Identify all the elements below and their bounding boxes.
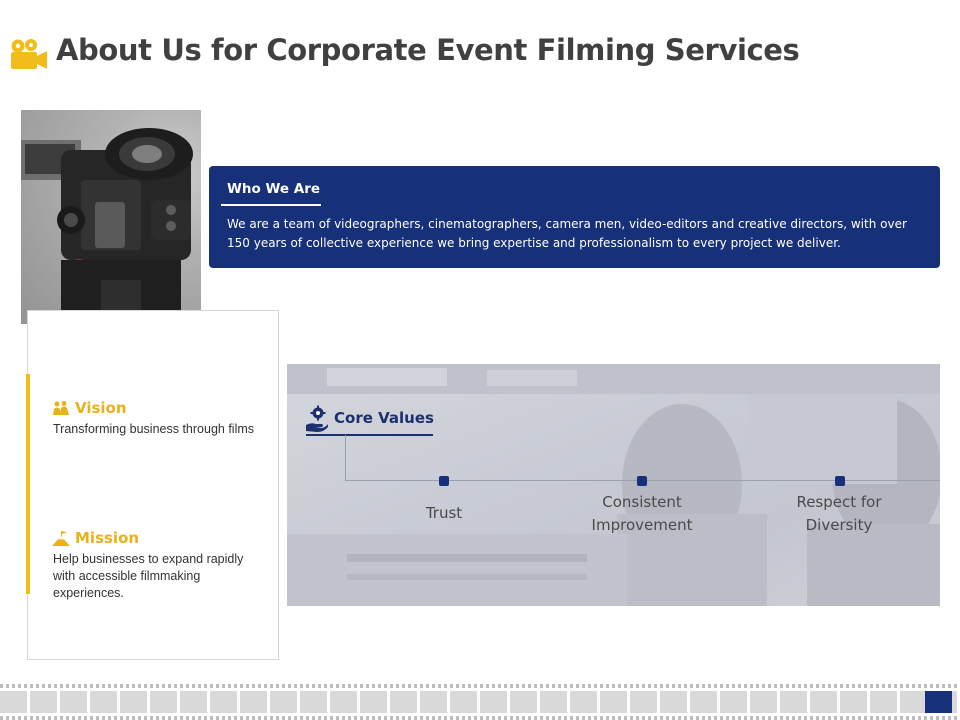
core-value-marker bbox=[439, 476, 449, 486]
vision-mission-accent-bar bbox=[26, 374, 30, 594]
mountain-flag-icon bbox=[52, 531, 70, 546]
vision-mission-card bbox=[27, 310, 279, 660]
core-values-heading: Core Values bbox=[334, 409, 434, 427]
mission-text: Help businesses to expand rapidly with a… bbox=[53, 552, 244, 600]
camera-photo bbox=[21, 110, 201, 324]
core-value-line1: Trust bbox=[425, 504, 463, 522]
mission-heading: Mission bbox=[52, 529, 139, 547]
vision-people-icon bbox=[53, 401, 69, 415]
core-value-marker bbox=[637, 476, 647, 486]
core-value-line1: Respect for bbox=[796, 493, 882, 511]
who-we-are-heading: Who We Are bbox=[227, 181, 321, 197]
mission-title: Mission bbox=[75, 529, 140, 547]
hand-gear-icon bbox=[306, 405, 328, 432]
video-camera-icon bbox=[11, 39, 47, 69]
vision-heading: Vision bbox=[52, 399, 127, 417]
who-we-are-box: Who We Are We are a team of videographer… bbox=[209, 166, 940, 268]
core-value-line2: Diversity bbox=[805, 516, 873, 534]
vision-title: Vision bbox=[75, 399, 127, 417]
core-value-respect-for-diversity: Respect for Diversity bbox=[764, 491, 914, 537]
core-value-line1: Consistent bbox=[602, 493, 682, 511]
who-we-are-text: We are a team of videographers, cinemato… bbox=[227, 217, 907, 250]
core-value-line2: Improvement bbox=[591, 516, 693, 534]
who-we-are-underline bbox=[221, 204, 321, 206]
footer-dotted-line-bottom bbox=[0, 716, 960, 720]
vision-text: Transforming business through films bbox=[53, 422, 255, 436]
footer-accent-block bbox=[925, 691, 952, 713]
page-title: About Us for Corporate Event Filming Ser… bbox=[56, 33, 800, 67]
core-value-consistent-improvement: Consistent Improvement bbox=[567, 491, 717, 537]
core-value-trust: Trust bbox=[369, 502, 519, 525]
core-values-connector bbox=[345, 435, 346, 481]
footer-dotted-line-top bbox=[0, 684, 960, 688]
core-value-marker bbox=[835, 476, 845, 486]
core-values-underline bbox=[306, 434, 433, 436]
footer-block-pattern bbox=[0, 691, 960, 713]
